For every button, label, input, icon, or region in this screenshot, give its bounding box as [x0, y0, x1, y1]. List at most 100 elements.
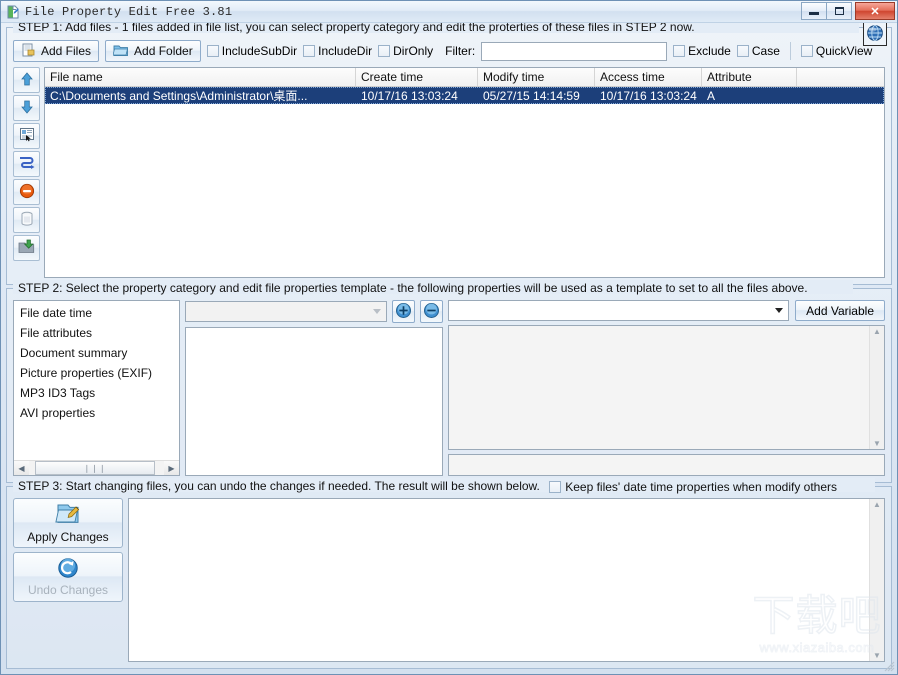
move-up-button[interactable]	[13, 67, 40, 93]
add-files-label: Add Files	[41, 44, 92, 58]
resize-grip[interactable]	[883, 660, 895, 672]
category-item-file-date-time[interactable]: File date time	[14, 303, 179, 323]
scroll-up-icon[interactable]: ▲	[873, 500, 881, 509]
file-list[interactable]: File name Create time Modify time Access…	[44, 67, 885, 278]
variable-preview-panel[interactable]: ▲ ▼	[448, 325, 885, 450]
keep-datetime-checkbox[interactable]: Keep files' date time properties when mo…	[549, 480, 837, 494]
apply-changes-button[interactable]: Apply Changes	[13, 498, 123, 548]
dir-only-box[interactable]	[378, 45, 391, 57]
category-horizontal-scrollbar[interactable]: ◀ ❘❘❘ ▶	[14, 460, 179, 475]
save-list-icon	[18, 239, 35, 257]
keep-datetime-box[interactable]	[549, 480, 562, 493]
undo-changes-label: Undo Changes	[27, 583, 109, 597]
case-checkbox[interactable]: Case	[736, 44, 780, 58]
step3-buttons: Apply Changes Undo Changes	[13, 498, 123, 662]
scroll-track[interactable]: ❘❘❘	[29, 461, 164, 475]
category-item-avi-properties[interactable]: AVI properties	[14, 403, 179, 423]
title-bar[interactable]: File Property Edit Free 3.81 ✕	[1, 1, 897, 23]
move-down-button[interactable]	[13, 95, 40, 121]
column-file-name[interactable]: File name	[45, 68, 356, 86]
scroll-right-icon[interactable]: ▶	[164, 461, 179, 475]
scroll-down-icon[interactable]: ▼	[873, 651, 881, 660]
close-button[interactable]: ✕	[855, 2, 895, 20]
step3-group: STEP 3: Start changing files, you can un…	[6, 478, 892, 669]
column-create-time[interactable]: Create time	[356, 68, 478, 86]
globe-icon	[866, 24, 884, 45]
property-combo[interactable]	[185, 301, 387, 322]
client-area: STEP 1: Add files - 1 files added in fil…	[1, 23, 897, 674]
maximize-button[interactable]	[826, 2, 852, 20]
step1-group: STEP 1: Add files - 1 files added in fil…	[6, 23, 892, 285]
category-item-picture-properties[interactable]: Picture properties (EXIF)	[14, 363, 179, 383]
window-title: File Property Edit Free 3.81	[25, 4, 233, 19]
variable-combo[interactable]	[448, 300, 790, 321]
quickview-checkbox[interactable]: QuickView	[800, 44, 873, 58]
table-row[interactable]: C:\Documents and Settings\Administrator\…	[45, 87, 884, 104]
add-variable-label: Add Variable	[806, 303, 874, 318]
scroll-down-icon[interactable]: ▼	[873, 439, 881, 448]
result-scrollbar[interactable]: ▲ ▼	[869, 499, 884, 661]
column-attribute[interactable]: Attribute	[702, 68, 797, 86]
add-property-button[interactable]	[392, 300, 415, 323]
category-item-document-summary[interactable]: Document summary	[14, 343, 179, 363]
include-sub-dir-label: IncludeSubDir	[221, 44, 298, 58]
property-editor-panel[interactable]	[185, 327, 443, 476]
variable-status-panel	[448, 454, 885, 476]
case-label: Case	[751, 44, 780, 58]
chevron-down-icon[interactable]	[368, 303, 385, 320]
select-list-button[interactable]	[13, 123, 40, 149]
remove-property-button[interactable]	[420, 300, 443, 323]
quickview-box[interactable]	[800, 45, 813, 57]
include-sub-dir-box[interactable]	[206, 45, 219, 57]
dir-only-checkbox[interactable]: DirOnly	[378, 44, 433, 58]
column-modify-time[interactable]: Modify time	[478, 68, 595, 86]
include-dir-label: IncludeDir	[318, 44, 373, 58]
add-folder-button[interactable]: Add Folder	[105, 40, 201, 62]
file-list-area: File name Create time Modify time Access…	[13, 67, 885, 278]
remove-item-button[interactable]	[13, 179, 40, 205]
undo-changes-button[interactable]: Undo Changes	[13, 552, 123, 602]
include-dir-checkbox[interactable]: IncludeDir	[303, 44, 372, 58]
chevron-down-icon[interactable]	[770, 302, 787, 319]
close-icon: ✕	[870, 5, 880, 18]
scroll-up-icon[interactable]: ▲	[873, 327, 881, 336]
add-variable-button[interactable]: Add Variable	[795, 300, 885, 321]
category-item-mp3-id3-tags[interactable]: MP3 ID3 Tags	[14, 383, 179, 403]
add-folder-icon	[112, 43, 129, 60]
include-dir-box[interactable]	[303, 45, 316, 57]
move-up-icon	[19, 71, 35, 90]
scroll-left-icon[interactable]: ◀	[14, 461, 29, 475]
window-controls: ✕	[801, 2, 895, 20]
globe-button[interactable]	[863, 23, 887, 46]
filter-input[interactable]	[481, 41, 668, 61]
step1-legend: STEP 1: Add files - 1 files added in fil…	[18, 23, 695, 34]
undo-arrow-icon	[56, 557, 80, 582]
filter-label: Filter:	[445, 44, 476, 58]
scroll-thumb[interactable]: ❘❘❘	[35, 461, 155, 475]
step2-body: File date time File attributes Document …	[13, 300, 885, 476]
include-sub-dir-checkbox[interactable]: IncludeSubDir	[206, 44, 298, 58]
step3-body: Apply Changes Undo Changes ▲ ▼	[13, 498, 885, 662]
case-box[interactable]	[736, 45, 749, 57]
quickview-label: QuickView	[815, 44, 873, 58]
property-category-list[interactable]: File date time File attributes Document …	[13, 300, 180, 476]
filter-funnel-button[interactable]	[13, 151, 40, 177]
clear-list-button[interactable]	[13, 207, 40, 233]
cell-attribute: A	[707, 88, 716, 103]
save-list-button[interactable]	[13, 235, 40, 261]
category-item-file-attributes[interactable]: File attributes	[14, 323, 179, 343]
exclude-box[interactable]	[673, 45, 686, 57]
result-output[interactable]: ▲ ▼	[128, 498, 885, 662]
step1-toolbar: Add Files Add Folder IncludeSubDir Inclu…	[13, 39, 885, 63]
minimize-button[interactable]	[801, 2, 827, 20]
add-files-button[interactable]: Add Files	[13, 40, 100, 62]
clear-list-icon	[20, 211, 34, 230]
step2-group: STEP 2: Select the property category and…	[6, 280, 892, 483]
add-files-icon	[21, 43, 36, 60]
variable-preview-body	[449, 326, 869, 449]
apply-folder-pencil-icon	[55, 502, 81, 529]
variable-preview-scrollbar[interactable]: ▲ ▼	[869, 326, 884, 449]
keep-datetime-label: Keep files' date time properties when mo…	[565, 479, 837, 494]
exclude-checkbox[interactable]: Exclude	[673, 44, 731, 58]
column-access-time[interactable]: Access time	[595, 68, 702, 86]
